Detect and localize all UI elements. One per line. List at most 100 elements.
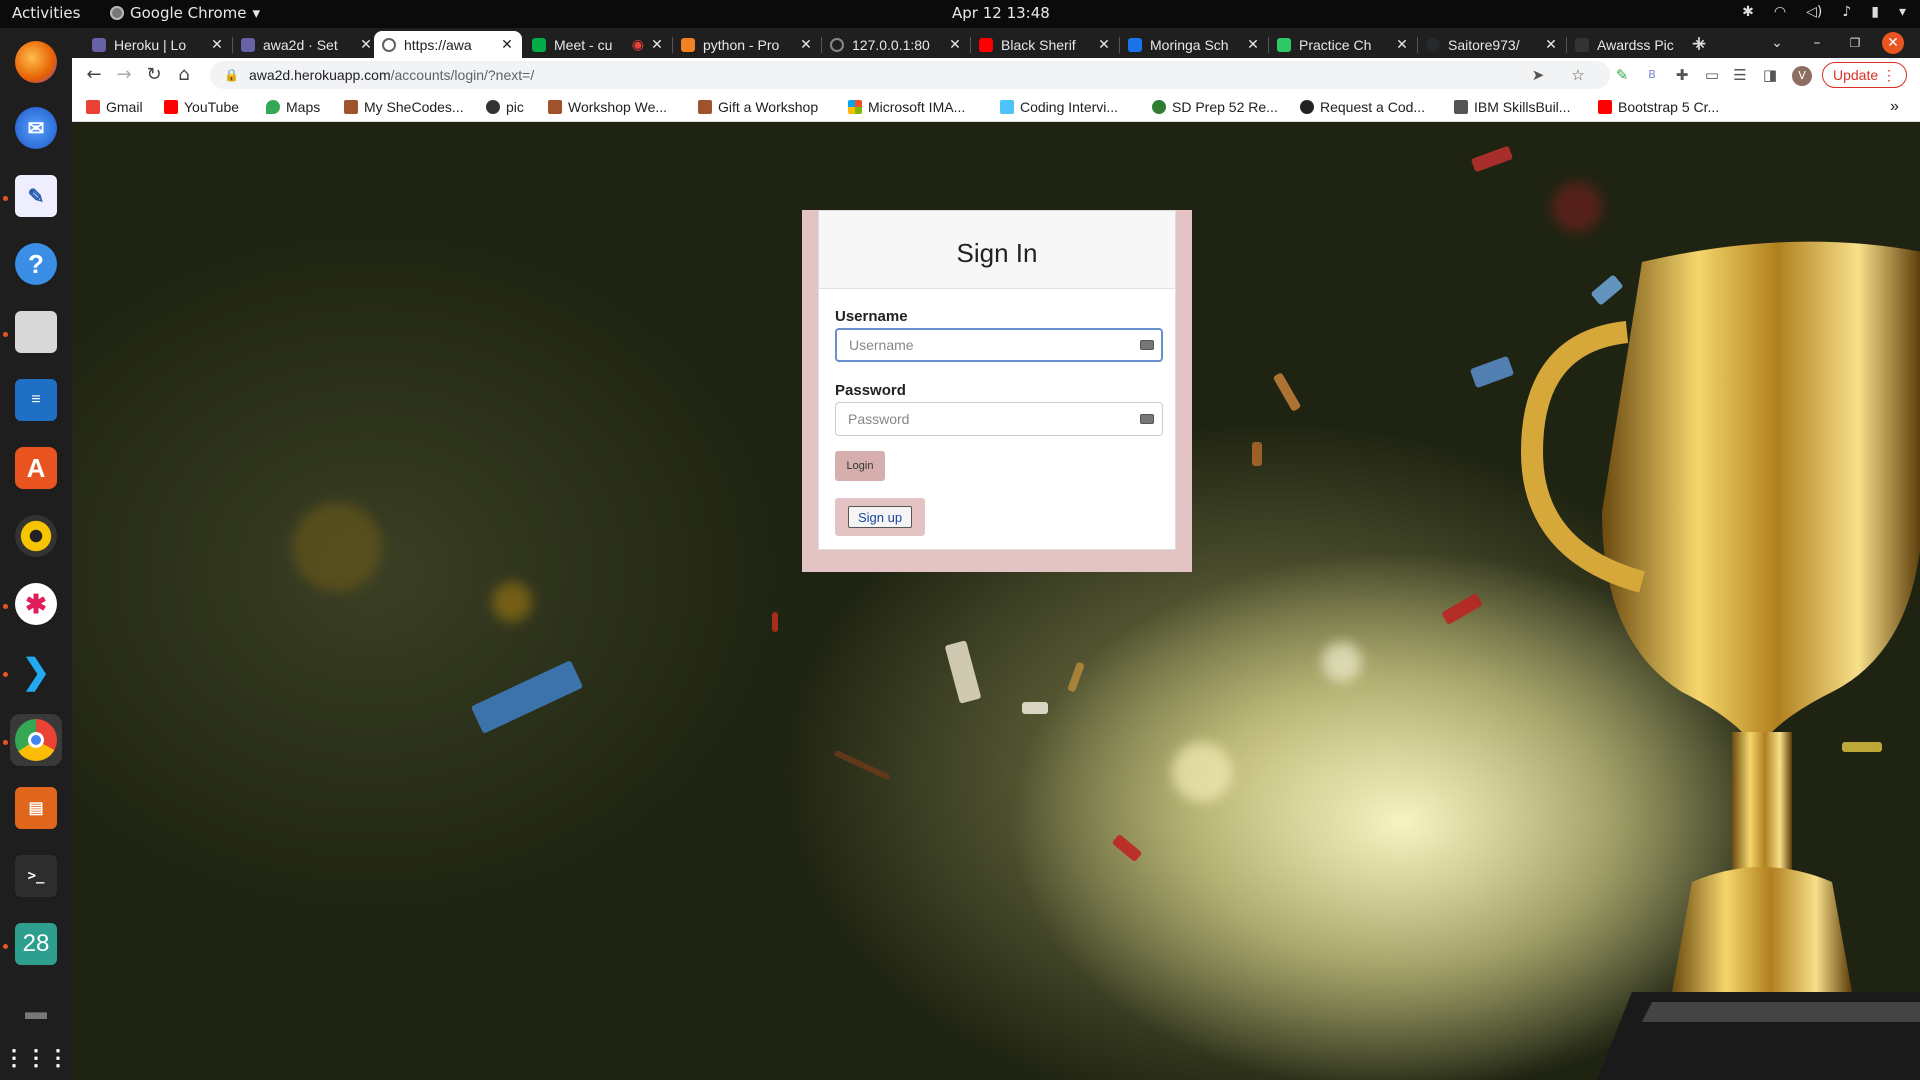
extension-pen-icon[interactable]: ✎: [1610, 63, 1634, 87]
close-icon[interactable]: ✕: [1246, 36, 1260, 53]
tab-meet[interactable]: Meet - cu ◉ ✕: [524, 31, 672, 58]
text-editor-icon: ✎: [15, 175, 57, 217]
close-icon[interactable]: ✕: [1544, 36, 1558, 53]
bookmark-gift-workshop[interactable]: Gift a Workshop: [698, 97, 818, 117]
thunderbird-icon: ✉: [15, 107, 57, 149]
bookmark-sd-prep[interactable]: SD Prep 52 Re...: [1152, 97, 1278, 117]
tab-hackerrank[interactable]: Practice Ch ✕: [1269, 31, 1417, 58]
chrome-app-icon: [110, 6, 124, 20]
youtube-favicon: [979, 37, 993, 52]
username-input[interactable]: [835, 328, 1163, 362]
recording-icon: ◉: [631, 36, 644, 52]
cast-icon[interactable]: ▭: [1700, 63, 1724, 87]
tab-github[interactable]: Saitore973/ ✕: [1418, 31, 1566, 58]
bookmark-star-icon[interactable]: ☆: [1566, 63, 1590, 87]
new-tab-button[interactable]: +: [1688, 32, 1710, 54]
dock-text-editor[interactable]: ✎: [10, 170, 62, 222]
dock-calendar[interactable]: 28: [10, 918, 62, 970]
power-menu-icon[interactable]: ▾: [1899, 4, 1906, 20]
bookmark-coding-interview[interactable]: Coding Intervi...: [1000, 97, 1118, 117]
tab-heroku[interactable]: Heroku | Lo ✕: [84, 31, 232, 58]
dock-chrome[interactable]: [10, 714, 62, 766]
tab-title: https://awa: [404, 36, 472, 53]
dock-files[interactable]: [10, 306, 62, 358]
bookmark-workshop[interactable]: Workshop We...: [548, 97, 667, 117]
confetti-piece: [833, 749, 891, 781]
lock-icon[interactable]: 🔒: [224, 68, 239, 82]
system-tray[interactable]: ✱ ◠ ◁) ♪ ▮ ▾: [1742, 4, 1906, 20]
close-icon[interactable]: ✕: [799, 36, 813, 53]
minimize-button[interactable]: –: [1806, 32, 1828, 54]
confetti-piece: [1111, 833, 1143, 863]
bookmark-microsoft[interactable]: Microsoft IMA...: [848, 97, 965, 117]
close-icon[interactable]: ✕: [650, 36, 664, 53]
bookmark-maps[interactable]: Maps: [266, 97, 320, 117]
password-input[interactable]: [835, 402, 1163, 436]
dock-rhythmbox[interactable]: [10, 510, 62, 562]
tab-active-login[interactable]: https://awa ✕: [374, 31, 522, 58]
dock-firefox[interactable]: [10, 36, 62, 88]
kebab-menu-icon: ⋮: [1882, 67, 1897, 83]
bookmark-pic[interactable]: pic: [486, 97, 524, 117]
dock-terminal[interactable]: >_: [10, 850, 62, 902]
address-bar[interactable]: 🔒 awa2d.herokuapp.com/accounts/login/?ne…: [210, 61, 1610, 89]
tab-youtube[interactable]: Black Sherif ✕: [971, 31, 1119, 58]
extension-b-icon[interactable]: B: [1640, 63, 1664, 87]
chrome-icon: [15, 719, 57, 761]
coding-interview-icon: [1000, 100, 1014, 114]
app-menu[interactable]: Google Chrome ▾: [110, 4, 260, 22]
terminal-icon: >_: [15, 855, 57, 897]
close-icon[interactable]: ✕: [1395, 36, 1409, 53]
dock-writer[interactable]: ≡: [10, 374, 62, 426]
bookmark-ibm[interactable]: IBM SkillsBuil...: [1454, 97, 1570, 117]
home-icon[interactable]: ⌂: [172, 63, 196, 87]
close-window-button[interactable]: ✕: [1882, 32, 1904, 54]
reload-icon[interactable]: ↻: [142, 63, 166, 87]
profile-avatar[interactable]: V: [1792, 66, 1812, 86]
tab-title: Heroku | Lo: [114, 36, 187, 53]
tab-moringa[interactable]: Moringa Sch ✕: [1120, 31, 1268, 58]
login-button[interactable]: Login: [835, 451, 885, 481]
clock[interactable]: Apr 12 13:48: [952, 4, 1050, 22]
bookmark-youtube[interactable]: YouTube: [164, 97, 239, 117]
dock-slack[interactable]: ✱: [10, 578, 62, 630]
dock-vscode[interactable]: ❯: [10, 646, 62, 698]
activities-button[interactable]: Activities: [12, 4, 80, 22]
slack-tray-icon[interactable]: ✱: [1742, 4, 1754, 20]
bookmark-bootstrap[interactable]: Bootstrap 5 Cr...: [1598, 97, 1719, 117]
autofill-key-icon[interactable]: [1140, 340, 1154, 350]
extensions-puzzle-icon[interactable]: ✚: [1670, 63, 1694, 87]
dock-trash[interactable]: ▬: [10, 986, 62, 1038]
close-icon[interactable]: ✕: [210, 36, 224, 53]
close-icon[interactable]: ✕: [948, 36, 962, 53]
tab-stackoverflow[interactable]: python - Pro ✕: [673, 31, 821, 58]
autofill-key-icon[interactable]: [1140, 414, 1154, 424]
dock-software[interactable]: A: [10, 442, 62, 494]
signup-button[interactable]: Sign up: [848, 506, 912, 528]
github-favicon: [1426, 37, 1440, 52]
shecodes-icon: [344, 100, 358, 114]
close-icon[interactable]: ✕: [359, 36, 373, 53]
files-icon: [15, 311, 57, 353]
bookmark-myshecodes[interactable]: My SheCodes...: [344, 97, 464, 117]
send-tab-icon[interactable]: ➤: [1526, 63, 1550, 87]
show-applications-button[interactable]: ⋮⋮⋮: [3, 1038, 69, 1078]
tab-search-chevron-icon[interactable]: ⌄: [1766, 32, 1788, 54]
tab-localhost[interactable]: 127.0.0.1:80 ✕: [822, 31, 970, 58]
close-icon[interactable]: ✕: [500, 36, 514, 53]
side-panel-icon[interactable]: ◨: [1758, 63, 1782, 87]
update-button[interactable]: Update ⋮: [1822, 62, 1908, 88]
forward-arrow-icon[interactable]: →: [112, 63, 136, 87]
dock-impress[interactable]: ▤: [10, 782, 62, 834]
bookmark-request-code[interactable]: Request a Cod...: [1300, 97, 1425, 117]
back-arrow-icon[interactable]: ←: [82, 63, 106, 87]
dock-help[interactable]: ?: [10, 238, 62, 290]
ibm-icon: [1454, 100, 1468, 114]
tab-awa2d-settings[interactable]: awa2d · Set ✕: [233, 31, 381, 58]
restore-button[interactable]: ❐: [1844, 32, 1866, 54]
bookmark-gmail[interactable]: Gmail: [86, 97, 143, 117]
dock-thunderbird[interactable]: ✉: [10, 102, 62, 154]
bookmarks-overflow-icon[interactable]: »: [1890, 97, 1899, 117]
close-icon[interactable]: ✕: [1097, 36, 1111, 53]
media-queue-icon[interactable]: ☰: [1728, 63, 1752, 87]
